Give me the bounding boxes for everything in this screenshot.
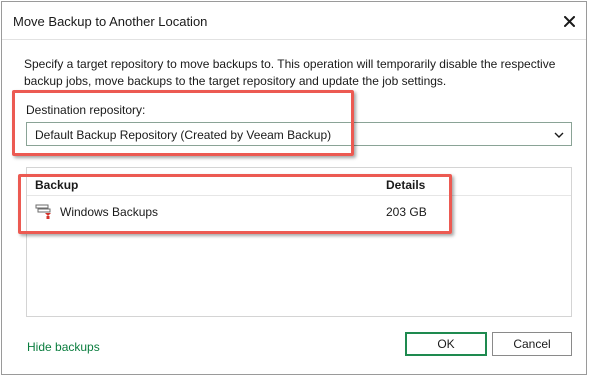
backup-name: Windows Backups [60,205,159,219]
destination-repository-select[interactable]: Default Backup Repository (Created by Ve… [26,122,572,146]
table-header: Backup Details [27,168,571,196]
move-backup-dialog: Move Backup to Another Location Specify … [1,1,587,375]
column-header-details[interactable]: Details [386,178,425,192]
ok-button[interactable]: OK [405,332,487,356]
hide-backups-link[interactable]: Hide backups [27,340,100,354]
close-button[interactable] [558,11,580,31]
dialog-title: Move Backup to Another Location [13,14,208,29]
backup-job-icon [35,202,53,220]
dialog-description: Specify a target repository to move back… [24,57,556,88]
destination-repository-value: Default Backup Repository (Created by Ve… [35,128,332,142]
backup-details: 203 GB [386,205,427,219]
table-row[interactable]: Windows Backups 203 GB [27,198,571,224]
destination-repository-label: Destination repository: [26,103,146,117]
backups-table: Backup Details Windows Backups 203 GB [26,167,572,317]
chevron-down-icon [554,132,564,138]
column-header-backup[interactable]: Backup [35,178,78,192]
title-bar: Move Backup to Another Location [2,2,586,40]
close-icon [563,15,575,27]
cancel-button[interactable]: Cancel [492,332,572,356]
